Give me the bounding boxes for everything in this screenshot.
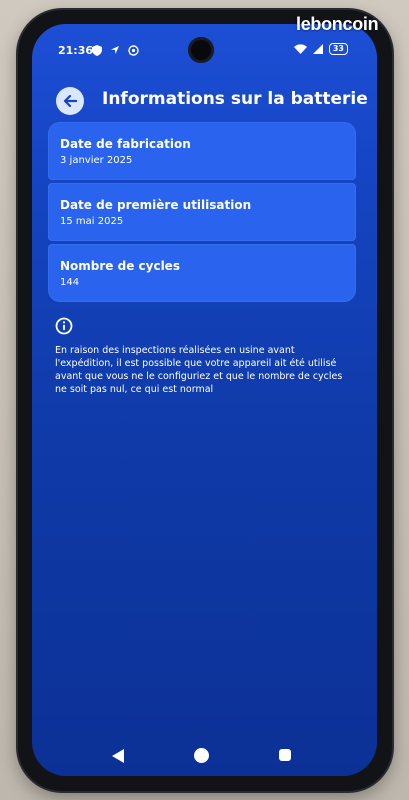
info-icon (55, 317, 73, 335)
card-label: Nombre de cycles (60, 259, 180, 273)
info-text: En raison des inspections réalisées en u… (55, 345, 343, 395)
navigation-icon (110, 46, 119, 54)
manufacture-date-card: Date de fabrication 3 janvier 2025 (48, 122, 356, 180)
shield-icon (92, 44, 102, 56)
battery-icon: 33 (328, 43, 348, 55)
cycle-count-card: Nombre de cycles 144 (48, 244, 356, 302)
card-label: Date de première utilisation (60, 198, 252, 212)
first-use-date-card: Date de première utilisation 15 mai 2025 (48, 183, 356, 241)
leboncoin-watermark: leboncoin (296, 14, 379, 34)
card-value: 3 janvier 2025 (60, 155, 133, 166)
back-triangle-icon[interactable] (112, 749, 124, 763)
status-time: 21:36 (58, 44, 94, 57)
whatsapp-icon (127, 44, 139, 56)
signal-icon (312, 44, 323, 54)
card-value: 144 (60, 277, 80, 288)
status-icons-right: 33 (293, 43, 348, 55)
arrow-left-icon (63, 94, 77, 108)
card-value: 15 mai 2025 (60, 216, 124, 227)
status-icons-left (92, 43, 139, 56)
status-bar: 21:36 33 (58, 43, 348, 61)
card-label: Date de fabrication (60, 137, 191, 151)
wifi-icon (293, 44, 307, 54)
back-button[interactable] (56, 87, 84, 115)
home-circle-icon[interactable] (194, 748, 209, 763)
page-title: Informations sur la batterie (102, 89, 368, 109)
recents-square-icon[interactable] (279, 749, 291, 761)
system-navigation-bar (32, 740, 377, 774)
